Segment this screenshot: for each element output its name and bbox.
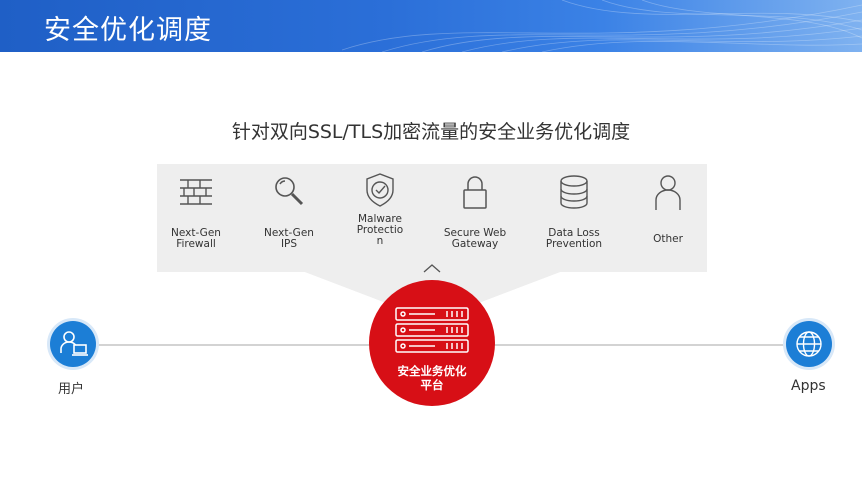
- database-icon: [560, 175, 588, 209]
- magnifier-icon: [275, 177, 304, 206]
- service-label: Secure Web Gateway: [443, 227, 507, 250]
- service-label: Next-Gen Firewall: [171, 227, 221, 250]
- security-platform-node: 安全业务优化 平台: [369, 280, 495, 406]
- apps-node: [786, 321, 832, 367]
- service-data-loss-prevention: Data Loss Prevention: [529, 172, 619, 250]
- service-label: Data Loss Prevention: [545, 227, 603, 250]
- service-next-gen-ips: Next-Gen IPS: [244, 172, 334, 250]
- lock-icon: [463, 176, 487, 209]
- globe-icon: [796, 331, 822, 357]
- platform-label: 安全业务优化 平台: [397, 364, 467, 392]
- firewall-icon: [180, 179, 212, 205]
- apps-label: Apps: [791, 378, 826, 394]
- service-malware-protection: Malware Protectio n: [335, 170, 425, 247]
- service-other: Other: [623, 172, 713, 245]
- shield-check-icon: [366, 173, 394, 207]
- person-icon: [655, 175, 681, 210]
- user-computer-icon: [60, 331, 88, 356]
- user-node: [50, 321, 96, 367]
- chevron-up-icon: [423, 264, 441, 273]
- service-secure-web-gateway: Secure Web Gateway: [430, 172, 520, 250]
- server-rack-icon: [395, 307, 469, 353]
- service-next-gen-firewall: Next-Gen Firewall: [151, 172, 241, 250]
- service-label: Other: [653, 233, 683, 245]
- service-label: Malware Protectio n: [356, 213, 404, 247]
- user-label: 用户: [58, 382, 85, 397]
- service-label: Next-Gen IPS: [264, 227, 314, 250]
